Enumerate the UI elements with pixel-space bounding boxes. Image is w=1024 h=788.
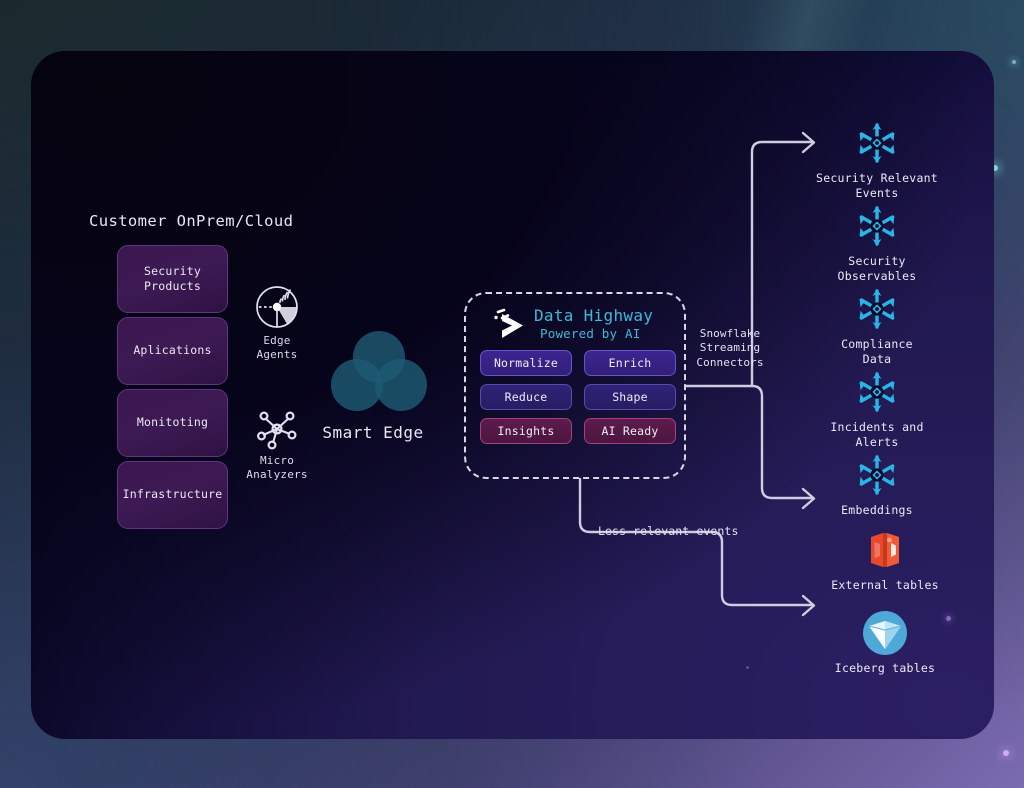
snowflake-icon: [787, 449, 967, 501]
source-box-label: Infrastructure: [122, 487, 223, 502]
edge-agents-block: Edge Agents: [223, 284, 331, 362]
data-highway-title: Data Highway: [534, 306, 654, 325]
snowflake-icon: [787, 117, 967, 169]
edge-agents-label: Edge Agents: [256, 334, 298, 361]
chevron-motion-icon: [492, 305, 534, 347]
source-box-label: Aplications: [133, 343, 212, 358]
destination-external-tables[interactable]: External tables: [795, 524, 975, 593]
source-box-applications[interactable]: Aplications: [117, 317, 228, 385]
iceberg-gem-icon: [795, 607, 975, 659]
destination-embeddings[interactable]: Embeddings: [787, 449, 967, 518]
destination-label: Security Observables: [837, 254, 917, 284]
source-box-label: Monitoting: [136, 415, 209, 430]
destination-security-observables[interactable]: Security Observables: [787, 200, 967, 285]
venn-three-circles-icon: [323, 330, 435, 414]
destination-label: Security Relevant Events: [816, 171, 938, 201]
snowflake-streaming-connectors-label: Snowflake Streaming Connectors: [696, 327, 764, 369]
source-box-monitoring[interactable]: Monitoting: [117, 389, 228, 457]
micro-analyzers-block: Micro Analyzers: [223, 408, 331, 482]
background-glow-dot: [1012, 60, 1016, 64]
page-title: Customer OnPrem/Cloud: [89, 212, 294, 230]
destination-label: Embeddings: [841, 503, 913, 517]
snowflake-icon: [787, 366, 967, 418]
data-highway-subtitle: Powered by AI: [540, 326, 641, 341]
capability-pill-ai-ready[interactable]: AI Ready: [584, 418, 676, 444]
smart-edge-label: Smart Edge: [322, 423, 424, 442]
card-spark: [746, 666, 749, 669]
snowflake-icon: [787, 200, 967, 252]
external-tables-cube-icon: [795, 524, 975, 576]
capability-pill-shape[interactable]: Shape: [584, 384, 676, 410]
destination-label: Iceberg tables: [834, 661, 936, 675]
less-relevant-events-label: Less relevant events: [598, 524, 739, 538]
destination-compliance-data[interactable]: Compliance Data: [787, 283, 967, 368]
data-highway-header: Data Highway Powered by AI: [480, 303, 676, 353]
snowflake-icon: [787, 283, 967, 335]
radar-signal-icon: [223, 284, 331, 330]
destination-iceberg-tables[interactable]: Iceberg tables: [795, 607, 975, 676]
source-box-label: Security Products: [144, 263, 201, 293]
data-highway-capabilities: Normalize Enrich Reduce Shape Insights A…: [480, 350, 676, 444]
background-glow-dot: [1003, 750, 1009, 756]
destination-label: Incidents and Alerts: [830, 420, 924, 450]
destination-label: Compliance Data: [841, 337, 913, 367]
capability-pill-reduce[interactable]: Reduce: [480, 384, 572, 410]
data-highway-panel: Data Highway Powered by AI Normalize Enr…: [464, 292, 686, 479]
source-box-security-products[interactable]: Security Products: [117, 245, 228, 313]
destination-security-relevant-events[interactable]: Security Relevant Events: [787, 117, 967, 202]
capability-pill-insights[interactable]: Insights: [480, 418, 572, 444]
smart-edge-block: Smart Edge: [322, 330, 435, 442]
micro-analyzers-label: Micro Analyzers: [246, 454, 308, 481]
capability-pill-enrich[interactable]: Enrich: [584, 350, 676, 376]
destination-label: External tables: [831, 578, 939, 592]
source-box-infrastructure[interactable]: Infrastructure: [117, 461, 228, 529]
destination-incidents-and-alerts[interactable]: Incidents and Alerts: [787, 366, 967, 451]
capability-pill-normalize[interactable]: Normalize: [480, 350, 572, 376]
